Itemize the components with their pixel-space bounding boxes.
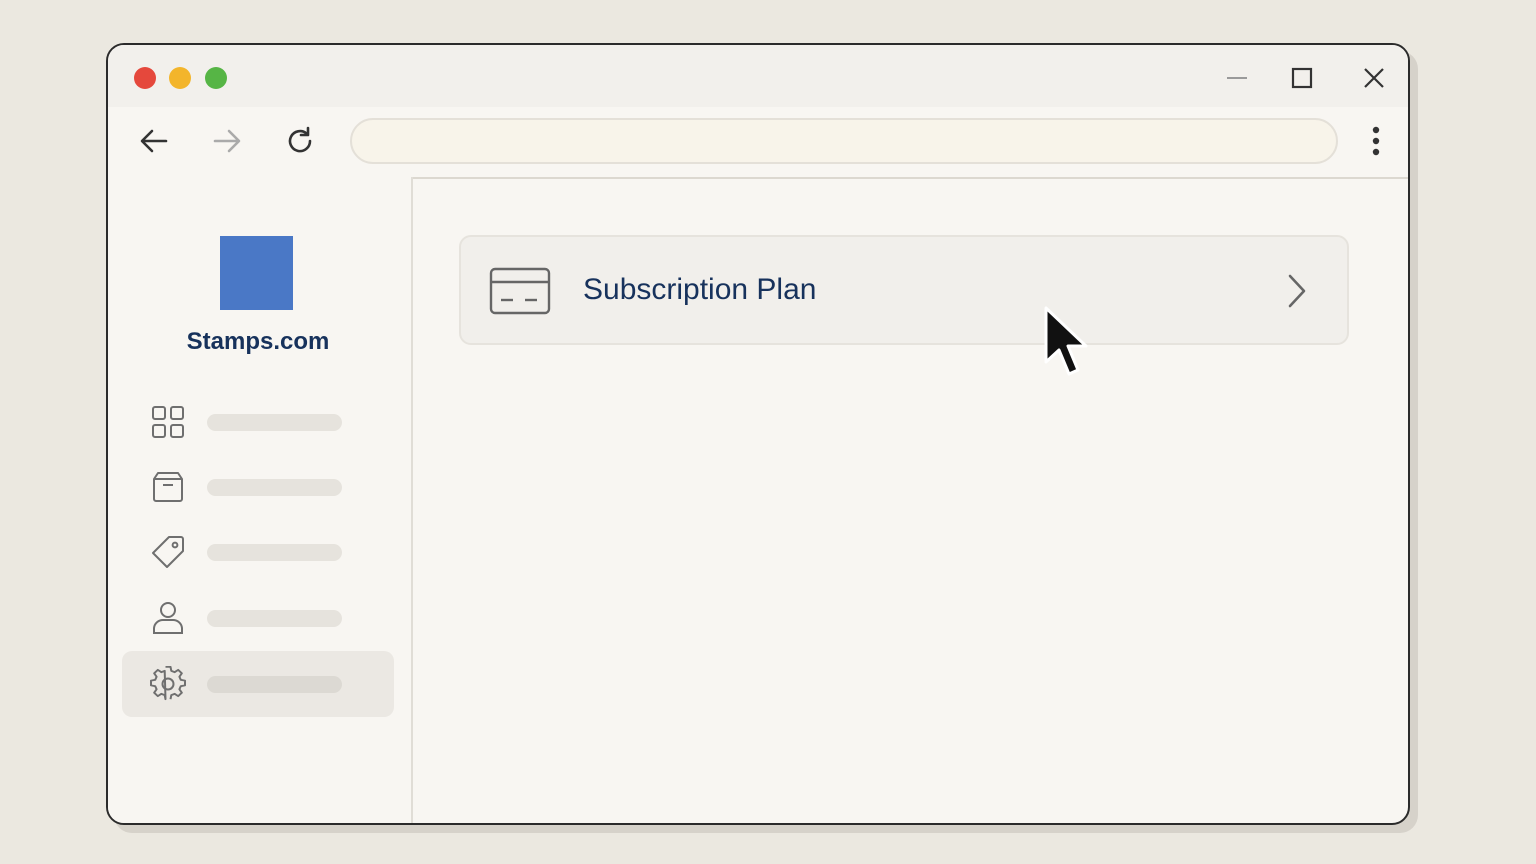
sidebar-item-account[interactable] (122, 585, 394, 651)
sidebar-item-label-placeholder (207, 414, 342, 431)
browser-window: Stamps.com Subscription Plan (106, 43, 1410, 825)
chevron-right-icon (1288, 274, 1306, 308)
gear-icon (150, 666, 186, 701)
sidebar-item-dashboard[interactable] (122, 389, 394, 455)
more-vertical-icon[interactable] (1362, 121, 1390, 161)
forward-arrow-icon[interactable] (207, 121, 247, 161)
maximize-icon[interactable] (1285, 61, 1319, 95)
title-bar (108, 45, 1408, 107)
sidebar-item-packages[interactable] (122, 454, 394, 520)
close-traffic-light[interactable] (134, 67, 156, 89)
subscription-plan-label: Subscription Plan (583, 273, 817, 306)
reload-icon[interactable] (280, 121, 320, 161)
minimize-traffic-light[interactable] (169, 67, 191, 89)
close-icon[interactable] (1357, 61, 1391, 95)
user-icon (153, 602, 183, 634)
tag-icon (152, 536, 184, 568)
subscription-plan-card[interactable]: Subscription Plan (459, 235, 1349, 345)
mouse-pointer-icon (1044, 306, 1088, 376)
sidebar-item-label-placeholder (207, 479, 342, 496)
main-content: Subscription Plan (411, 177, 1408, 823)
back-arrow-icon[interactable] (134, 121, 174, 161)
sidebar-item-settings[interactable] (122, 651, 394, 717)
sidebar-item-tags[interactable] (122, 519, 394, 585)
package-box-icon (153, 472, 183, 502)
sidebar-item-label-placeholder (207, 676, 342, 693)
sidebar-item-label-placeholder (207, 544, 342, 561)
address-bar[interactable] (350, 118, 1338, 164)
zoom-traffic-light[interactable] (205, 67, 227, 89)
brand-logo (220, 236, 293, 310)
dashboard-grid-icon (152, 406, 184, 438)
browser-toolbar (108, 107, 1408, 179)
sidebar: Stamps.com (108, 177, 413, 823)
credit-card-icon (489, 267, 551, 315)
minimize-icon[interactable] (1220, 61, 1254, 95)
sidebar-item-label-placeholder (207, 610, 342, 627)
brand-name: Stamps.com (186, 328, 330, 355)
